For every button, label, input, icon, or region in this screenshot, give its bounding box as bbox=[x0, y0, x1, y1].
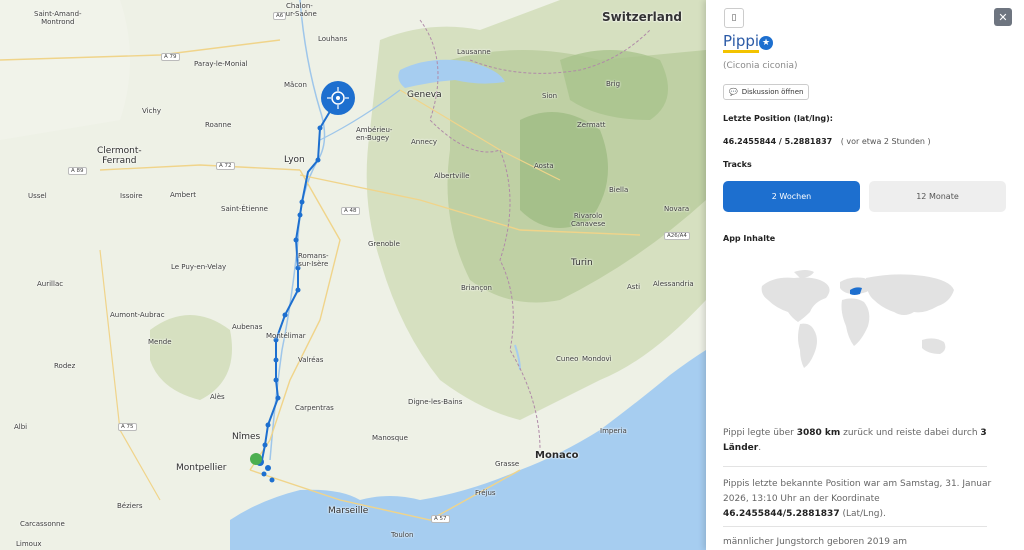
road-a79: A 79 bbox=[161, 53, 180, 61]
label-digne: Digne-les-Bains bbox=[408, 398, 463, 406]
label-frejus: Fréjus bbox=[475, 489, 496, 497]
label-vichy: Vichy bbox=[142, 107, 162, 115]
label-alessandria: Alessandria bbox=[653, 280, 694, 288]
discussion-label: Diskussion öffnen bbox=[741, 88, 804, 96]
label-ales: Alès bbox=[210, 393, 225, 401]
label-switzerland: Switzerland bbox=[602, 10, 682, 24]
last-position-coord: 46.2455844/5.2881837 bbox=[723, 509, 840, 519]
road-a57: A 57 bbox=[431, 515, 450, 523]
app-content-heading: App Inhalte bbox=[723, 234, 776, 243]
label-asti: Asti bbox=[627, 283, 641, 291]
divider bbox=[723, 466, 987, 467]
label-novara: Novara bbox=[664, 205, 690, 213]
label-turin: Turin bbox=[571, 258, 593, 268]
label-manosque: Manosque bbox=[372, 434, 408, 442]
stork-detail-panel: ▯ ✕ Pippi ★ (Ciconia ciconia) 💬 Diskussi… bbox=[706, 0, 1024, 550]
map-view[interactable]: Saint-Amand- Montrond Chalon- sur-Saône … bbox=[0, 0, 706, 550]
road-a48: A 48 bbox=[341, 207, 360, 215]
close-icon[interactable]: ✕ bbox=[994, 8, 1012, 26]
label-rivarolo: Rivarolo Canavese bbox=[571, 212, 606, 228]
label-grenoble: Grenoble bbox=[368, 240, 400, 248]
label-ambert: Ambert bbox=[170, 191, 196, 199]
stork-name: Pippi bbox=[723, 33, 760, 53]
label-aubenas: Aubenas bbox=[232, 323, 263, 331]
label-biella: Biella bbox=[609, 186, 629, 194]
position-info: 46.2455844 / 5.2881837 ( vor etwa 2 Stun… bbox=[723, 137, 931, 146]
label-saint-amand: Saint-Amand- Montrond bbox=[34, 10, 82, 26]
label-aurillac: Aurillac bbox=[37, 280, 64, 288]
species-latin: (Ciconia ciconia) bbox=[723, 61, 798, 71]
label-romans: Romans- sur-Isère bbox=[298, 252, 329, 268]
tab-2-weeks[interactable]: 2 Wochen bbox=[723, 181, 860, 212]
label-louhans: Louhans bbox=[318, 35, 348, 43]
chat-icon: 💬 bbox=[729, 88, 738, 96]
label-geneva: Geneva bbox=[407, 90, 442, 100]
label-amberieu: Ambérieu- en-Bugey bbox=[356, 126, 393, 142]
label-macon: Mâcon bbox=[284, 81, 307, 89]
label-imperia: Imperia bbox=[600, 427, 627, 435]
label-nimes: Nîmes bbox=[232, 432, 261, 442]
star-badge-icon: ★ bbox=[759, 36, 773, 50]
born-text: männlicher Jungstorch geboren 2019 am bbox=[723, 537, 908, 547]
summary-text: Pippi legte über 3080 km zurück und reis… bbox=[723, 428, 987, 453]
last-position-text: Pippis letzte bekannte Position war am S… bbox=[723, 479, 992, 519]
label-mondovi: Mondovì bbox=[582, 355, 612, 363]
label-aosta: Aosta bbox=[534, 162, 554, 170]
label-paray: Paray-le-Monial bbox=[194, 60, 248, 68]
label-limoux: Limoux bbox=[16, 540, 42, 548]
label-annecy: Annecy bbox=[411, 138, 437, 146]
position-ago: ( vor etwa 2 Stunden ) bbox=[840, 137, 931, 146]
label-le-puy: Le Puy-en-Velay bbox=[171, 263, 227, 271]
label-carpentras: Carpentras bbox=[295, 404, 334, 412]
divider bbox=[723, 526, 987, 527]
tracks-heading: Tracks bbox=[723, 160, 752, 169]
road-a75: A 75 bbox=[118, 423, 137, 431]
position-value: 46.2455844 / 5.2881837 bbox=[723, 137, 833, 146]
label-sion: Sion bbox=[542, 92, 558, 100]
label-valreas: Valréas bbox=[298, 356, 324, 364]
label-chalon: Chalon- sur-Saône bbox=[282, 2, 317, 18]
label-toulon: Toulon bbox=[391, 531, 414, 539]
label-brig: Brig bbox=[606, 80, 621, 88]
label-issoire: Issoire bbox=[120, 192, 143, 200]
label-mende: Mende bbox=[148, 338, 172, 346]
label-briancon: Briançon bbox=[461, 284, 492, 292]
label-albi: Albi bbox=[14, 423, 28, 431]
label-albertville: Albertville bbox=[434, 172, 470, 180]
label-lausanne: Lausanne bbox=[457, 48, 491, 56]
tab-12-months[interactable]: 12 Monate bbox=[869, 181, 1006, 212]
label-grasse: Grasse bbox=[495, 460, 520, 468]
label-zermatt: Zermatt bbox=[577, 121, 606, 129]
label-roanne: Roanne bbox=[205, 121, 232, 129]
road-a6: A6 bbox=[273, 12, 287, 20]
label-marseille: Marseille bbox=[328, 506, 369, 516]
distance-value: 3080 km bbox=[796, 428, 841, 438]
road-a72: A 72 bbox=[216, 162, 235, 170]
road-a89: A 89 bbox=[68, 167, 87, 175]
label-saint-etienne: Saint-Étienne bbox=[221, 205, 268, 213]
label-clermont: Clermont- Ferrand bbox=[97, 146, 142, 166]
label-monaco: Monaco bbox=[535, 450, 579, 461]
start-marker[interactable] bbox=[250, 453, 262, 465]
label-cuneo: Cuneo bbox=[556, 355, 579, 363]
label-montelimar: Montélimar bbox=[266, 332, 306, 340]
position-heading: Letzte Position (lat/lng): bbox=[723, 114, 834, 123]
current-position-marker[interactable] bbox=[321, 81, 355, 115]
discussion-button[interactable]: 💬 Diskussion öffnen bbox=[723, 84, 810, 100]
edit-icon[interactable]: ▯ bbox=[724, 8, 744, 28]
label-montpellier: Montpellier bbox=[176, 463, 227, 473]
label-ussel: Ussel bbox=[28, 192, 47, 200]
world-map bbox=[761, 270, 954, 368]
label-rodez: Rodez bbox=[54, 362, 76, 370]
map-canvas bbox=[0, 0, 706, 550]
label-aumont: Aumont-Aubrac bbox=[110, 311, 165, 319]
road-a26: A26/A4 bbox=[664, 232, 690, 240]
label-carcassonne: Carcassonne bbox=[20, 520, 65, 528]
label-lyon: Lyon bbox=[284, 155, 305, 165]
label-beziers: Béziers bbox=[117, 502, 143, 510]
